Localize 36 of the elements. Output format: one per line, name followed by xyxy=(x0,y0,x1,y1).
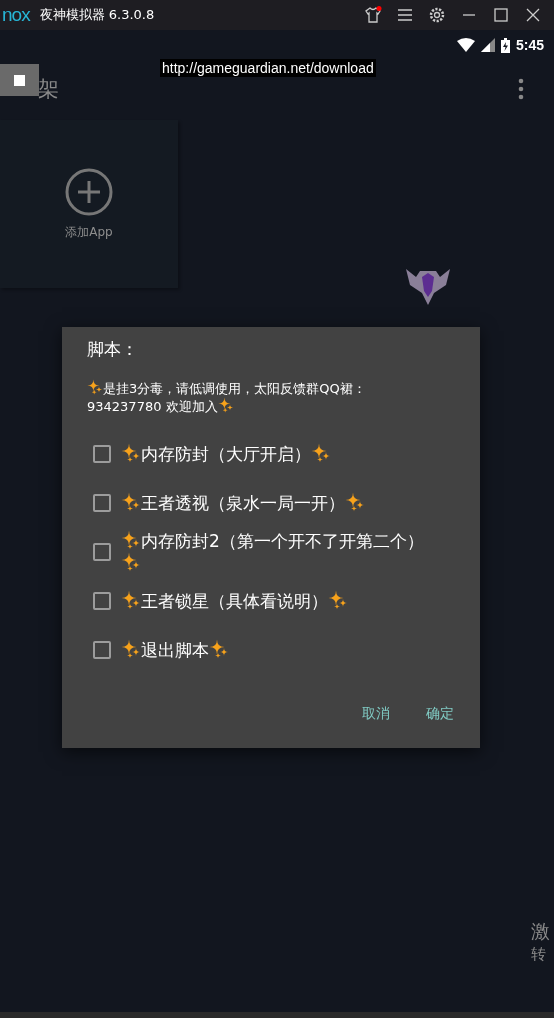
option-label[interactable]: 内存防封2（第一个开不了开第二个） xyxy=(121,529,441,574)
sparkles-icon xyxy=(217,397,234,413)
url-toast: http://gameguardian.net/download xyxy=(160,59,376,77)
menu-icon[interactable] xyxy=(396,6,414,24)
sparkles-icon xyxy=(87,379,103,395)
option-label[interactable]: 退出脚本 xyxy=(121,638,441,661)
window-title: 夜神模拟器 6.3.0.8 xyxy=(39,6,155,24)
wifi-icon xyxy=(456,38,475,52)
cancel-button[interactable]: 取消 xyxy=(362,705,390,723)
stop-button[interactable] xyxy=(0,64,39,96)
page-title: 架 xyxy=(38,76,59,103)
checkbox[interactable] xyxy=(93,493,111,512)
option-label[interactable]: 内存防封（大厅开启） xyxy=(121,442,441,465)
signal-icon xyxy=(480,38,495,52)
close-icon[interactable] xyxy=(524,6,542,24)
side-text: 转 xyxy=(531,945,547,964)
confirm-button[interactable]: 确定 xyxy=(426,705,454,723)
dialog-message: 是挂3分毒，请低调使用，太阳反馈群QQ裙：934237780 欢迎加入 xyxy=(87,379,367,415)
checkbox[interactable] xyxy=(93,444,111,463)
maximize-icon[interactable] xyxy=(492,6,510,24)
settings-icon[interactable] xyxy=(428,6,446,24)
option-label[interactable]: 王者锁星（具体看说明） xyxy=(121,589,441,612)
option-label[interactable]: 王者透视（泉水一局一开） xyxy=(121,491,441,514)
side-text: 激 xyxy=(531,919,550,944)
add-app-tile[interactable]: 添加App xyxy=(0,120,178,288)
more-icon[interactable] xyxy=(518,78,524,100)
dialog-title: 脚本： xyxy=(87,338,139,361)
battery-icon xyxy=(500,37,510,53)
checkbox[interactable] xyxy=(93,591,111,610)
checkbox[interactable] xyxy=(93,640,111,659)
app-logo: nox xyxy=(2,4,30,26)
clock: 5:45 xyxy=(515,37,544,53)
checkbox[interactable] xyxy=(93,542,111,561)
add-icon xyxy=(65,167,113,216)
add-app-label: 添加App xyxy=(65,223,113,241)
shirt-icon[interactable] xyxy=(364,6,382,24)
